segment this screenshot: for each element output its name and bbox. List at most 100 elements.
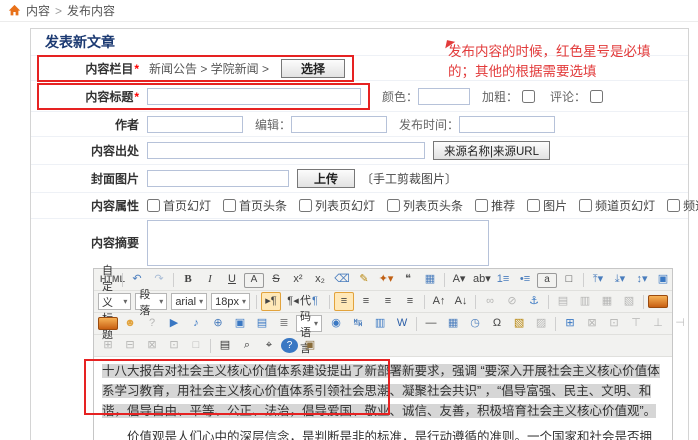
table-prop-icon: ⊡ (604, 314, 624, 333)
image-album-icon[interactable]: ▣ (230, 314, 250, 333)
insert-table-icon[interactable]: ⊞ (560, 314, 580, 333)
font-size-select[interactable]: 18px▾ (211, 293, 250, 310)
publish-time-input[interactable] (459, 116, 555, 133)
insert-code-icon[interactable]: ◉ (326, 314, 346, 333)
font-box-icon[interactable]: A (244, 273, 264, 288)
attribute-checkbox[interactable] (223, 199, 236, 212)
blank-page-icon[interactable]: □ (559, 270, 579, 289)
emoticon-icon[interactable]: ☻ (120, 314, 140, 333)
summary-textarea[interactable] (147, 220, 489, 266)
horizontal-rule-icon[interactable]: — (421, 314, 441, 333)
attribute-checkbox[interactable] (475, 199, 488, 212)
attachment-icon[interactable]: ⊕ (208, 314, 228, 333)
font-select[interactable]: arial▾ (171, 293, 207, 310)
toolbar-separator (475, 295, 476, 309)
document-icon[interactable]: ≣ (274, 314, 294, 333)
breadcrumb-section[interactable]: 内容 (26, 2, 50, 19)
space-above-icon[interactable]: ⤒▾ (588, 270, 608, 289)
home-icon[interactable] (8, 4, 21, 17)
heading-select[interactable]: 自定义标题▾ (98, 293, 131, 310)
align-left-icon[interactable]: ≡ (334, 292, 354, 311)
bold-icon[interactable]: B (178, 270, 198, 289)
unordered-list-icon[interactable]: •≡ (515, 270, 535, 289)
italic-icon[interactable]: I (200, 270, 220, 289)
ordered-list-icon[interactable]: 1≡ (493, 270, 513, 289)
insert-image-icon[interactable] (98, 317, 118, 330)
attribute-option: 频道页幻灯 (575, 197, 655, 214)
strikethrough-icon[interactable]: S (266, 270, 286, 289)
editor-toolbar-row-2: 自定义标题▾段落▾arial▾18px▾▸¶¶◂¶≡≡≡≡A↑A↓∞⊘⚓▤▥▦▧ (94, 291, 672, 313)
choose-category-button[interactable]: 选择 (281, 59, 345, 78)
font-size-up-icon[interactable]: A↑ (429, 292, 449, 311)
paint-format-icon[interactable]: ✦▾ (376, 270, 396, 289)
insert-video-icon[interactable]: ▶ (164, 314, 184, 333)
editor-name-input[interactable] (291, 116, 387, 133)
space-below-icon[interactable]: ⤓▾ (610, 270, 630, 289)
title-color-input[interactable] (418, 88, 470, 105)
attribute-option-label: 首页幻灯 (163, 199, 211, 213)
category-path: 新闻公告 > 学院新闻 > (149, 60, 269, 77)
title-bold-checkbox[interactable] (522, 90, 535, 103)
attribute-option: 首页幻灯 (143, 197, 211, 214)
code-language-select[interactable]: 代码语言▾ (296, 315, 322, 332)
template-box-icon[interactable]: ▦ (420, 270, 440, 289)
summary-row: 内容摘要 (31, 218, 688, 266)
highlight-color-icon[interactable]: ab▾ (471, 270, 491, 289)
page-break-icon[interactable]: ↹ (348, 314, 368, 333)
insert-time-icon[interactable]: ◷ (465, 314, 485, 333)
breadcrumb-separator: > (55, 4, 62, 18)
print-icon[interactable]: ▤ (215, 336, 235, 355)
attribute-checkbox[interactable] (527, 199, 540, 212)
attribute-option-label: 列表页头条 (403, 199, 463, 213)
line-height-icon[interactable]: ↕▾ (632, 270, 652, 289)
find-replace-icon[interactable]: ⌖ (259, 336, 279, 355)
attribute-checkbox[interactable] (299, 199, 312, 212)
blockquote-icon[interactable]: ❝ (398, 270, 418, 289)
picture-group-icon[interactable]: ▤ (252, 314, 272, 333)
source-input[interactable] (147, 142, 425, 159)
help-icon[interactable]: ? (281, 338, 298, 353)
attribute-checkbox[interactable] (147, 199, 160, 212)
attribute-checkbox[interactable] (667, 199, 680, 212)
align-center-icon[interactable]: ≡ (356, 292, 376, 311)
layout-icon[interactable]: ▥ (370, 314, 390, 333)
anchor-box-icon[interactable]: a (537, 273, 557, 288)
fullscreen-icon[interactable]: ▣ (653, 270, 673, 289)
underline-icon[interactable]: U (222, 270, 242, 289)
publish-time-label: 发布时间： (399, 116, 459, 133)
anchor-icon[interactable]: ⚓ (524, 292, 544, 311)
align-right-icon[interactable]: ≡ (378, 292, 398, 311)
attribute-checkbox[interactable] (579, 199, 592, 212)
toolbar-separator (555, 317, 556, 331)
author-label: 作者 (43, 116, 139, 133)
toolbar-separator (643, 295, 644, 309)
upload-button[interactable]: 上传 (297, 169, 355, 188)
indent-first-line-icon[interactable]: ▸¶ (261, 292, 281, 311)
format-brush-icon[interactable]: ✎ (354, 270, 374, 289)
eraser-icon[interactable]: ⌫ (332, 270, 352, 289)
cover-image-input[interactable] (147, 170, 289, 187)
title-color-label: 颜色： (382, 88, 418, 105)
toolbar-separator (444, 273, 445, 287)
paste-icon[interactable]: ▣ (300, 336, 320, 355)
insert-media-icon[interactable] (648, 295, 668, 308)
align-justify-icon[interactable]: ≡ (400, 292, 420, 311)
comment-checkbox[interactable] (590, 90, 603, 103)
preview-icon[interactable]: ⌕ (237, 336, 257, 355)
title-input[interactable] (147, 88, 361, 105)
word-import-icon[interactable]: W (392, 314, 412, 333)
superscript-icon[interactable]: x² (288, 270, 308, 289)
font-color-icon[interactable]: A▾ (449, 270, 469, 289)
paragraph-select[interactable]: 段落▾ (135, 293, 167, 310)
insert-date-icon[interactable]: ▦ (443, 314, 463, 333)
image-edit-icon[interactable]: ▧ (509, 314, 529, 333)
special-char-icon[interactable]: Ω (487, 314, 507, 333)
font-size-down-icon[interactable]: A↓ (451, 292, 471, 311)
author-row: 作者 编辑： 发布时间： (31, 111, 688, 136)
insert-music-icon[interactable]: ♪ (186, 314, 206, 333)
author-input[interactable] (147, 116, 243, 133)
subscript-icon[interactable]: x₂ (310, 270, 330, 289)
source-name-url-button[interactable]: 来源名称|来源URL (433, 141, 550, 160)
editor-content[interactable]: 十八大报告对社会主义核心价值体系建设提出了新部署新要求，强调 “要深入开展社会主… (94, 357, 672, 440)
attribute-checkbox[interactable] (387, 199, 400, 212)
